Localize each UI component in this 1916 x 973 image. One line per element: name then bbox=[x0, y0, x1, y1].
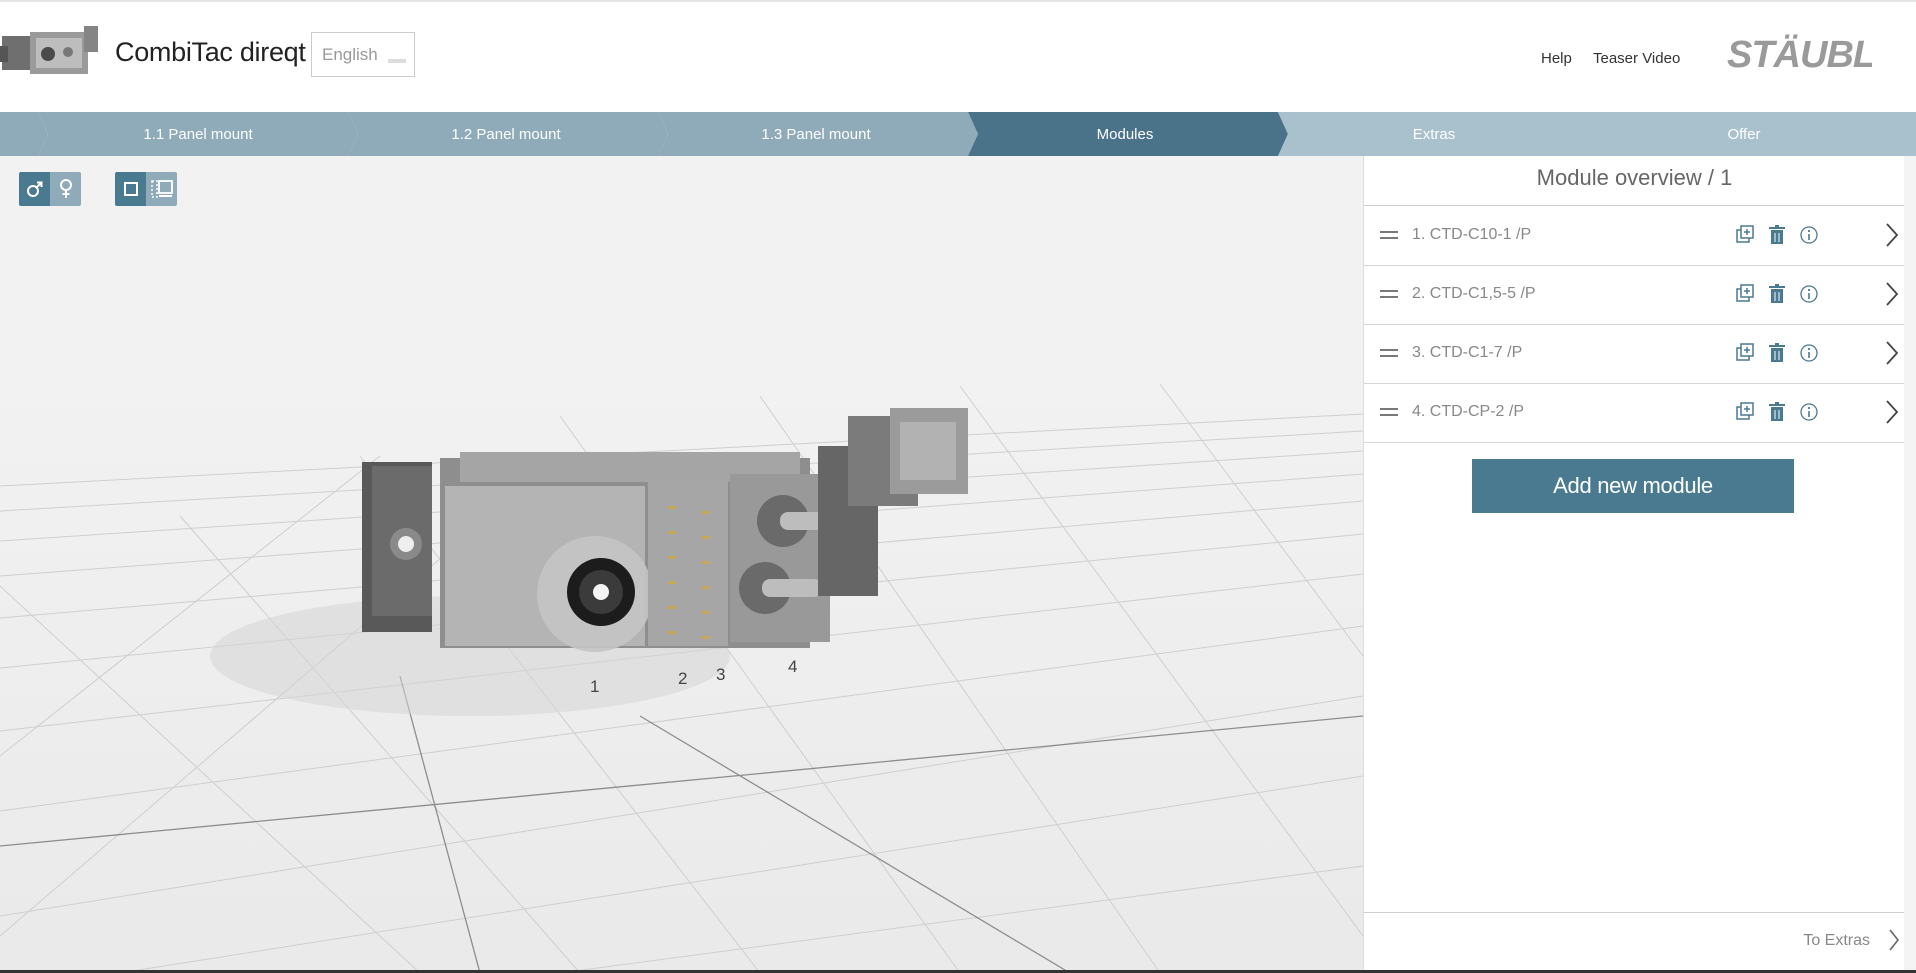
step-panel-mount-2[interactable]: 1.2 Panel mount bbox=[406, 126, 606, 143]
module-row[interactable]: 4. CTD-CP-2 /P bbox=[1364, 383, 1905, 443]
chevron-right-icon[interactable] bbox=[1884, 281, 1900, 307]
svg-text:STÄUBLI: STÄUBLI bbox=[1727, 33, 1872, 76]
single-view-icon bbox=[123, 182, 138, 196]
trash-icon[interactable] bbox=[1767, 402, 1787, 422]
duplicate-icon[interactable] bbox=[1735, 343, 1755, 363]
multi-view-button[interactable] bbox=[146, 172, 177, 206]
step-panel-mount-3[interactable]: 1.3 Panel mount bbox=[716, 126, 916, 143]
module-label: 3. CTD-C1-7 /P bbox=[1412, 344, 1523, 361]
language-value: English bbox=[322, 45, 378, 64]
module-row[interactable]: 3. CTD-C1-7 /P bbox=[1364, 324, 1905, 384]
male-icon bbox=[26, 181, 42, 197]
chevron-right-icon[interactable] bbox=[1884, 399, 1900, 425]
module-label: 1. CTD-C10-1 /P bbox=[1412, 226, 1532, 243]
step-extras[interactable]: Extras bbox=[1334, 126, 1534, 143]
step-navigation: 1.1 Panel mount 1.2 Panel mount 1.3 Pane… bbox=[0, 112, 1916, 156]
position-label-1: 1 bbox=[590, 677, 599, 696]
drag-handle-icon[interactable] bbox=[1380, 228, 1398, 242]
module-label: 2. CTD-C1,5-5 /P bbox=[1412, 285, 1536, 302]
step-1-bg bbox=[0, 112, 48, 156]
info-icon[interactable] bbox=[1799, 402, 1819, 422]
drag-handle-icon[interactable] bbox=[1380, 287, 1398, 301]
staubli-logo: STÄUBLI bbox=[1727, 33, 1872, 76]
chevron-right-icon[interactable] bbox=[1884, 222, 1900, 248]
scrollbar[interactable] bbox=[1904, 156, 1916, 973]
female-icon bbox=[59, 179, 72, 198]
product-thumbnail bbox=[0, 26, 98, 74]
trash-icon[interactable] bbox=[1767, 343, 1787, 363]
module-row[interactable]: 2. CTD-C1,5-5 /P bbox=[1364, 265, 1905, 325]
info-icon[interactable] bbox=[1799, 343, 1819, 363]
app-title: CombiTac direqt bbox=[115, 37, 306, 67]
multi-view-icon bbox=[150, 180, 173, 198]
to-extras-link[interactable]: To Extras bbox=[1803, 932, 1870, 950]
male-view-button[interactable] bbox=[19, 172, 50, 206]
module-row[interactable]: 1. CTD-C10-1 /P bbox=[1364, 206, 1905, 266]
chevron-right-icon[interactable] bbox=[1884, 340, 1900, 366]
gender-toggle bbox=[19, 172, 81, 206]
trash-icon[interactable] bbox=[1767, 284, 1787, 304]
info-icon[interactable] bbox=[1799, 225, 1819, 245]
divider bbox=[1364, 912, 1905, 913]
help-link[interactable]: Help bbox=[1541, 50, 1572, 67]
single-view-button[interactable] bbox=[115, 172, 146, 206]
header: CombiTac direqt English Help Teaser Vide… bbox=[0, 2, 1916, 112]
dropdown-indicator-icon bbox=[388, 59, 406, 63]
step-offer[interactable]: Offer bbox=[1644, 126, 1844, 143]
teaser-video-link[interactable]: Teaser Video bbox=[1593, 50, 1680, 67]
female-view-button[interactable] bbox=[50, 172, 81, 206]
view-toggle bbox=[115, 172, 177, 206]
scene: 1 2 3 4 bbox=[0, 156, 1363, 973]
duplicate-icon[interactable] bbox=[1735, 284, 1755, 304]
info-icon[interactable] bbox=[1799, 284, 1819, 304]
module-label: 4. CTD-CP-2 /P bbox=[1412, 403, 1525, 420]
position-label-2: 2 bbox=[678, 669, 687, 688]
position-label-4: 4 bbox=[788, 657, 797, 676]
panel-title: Module overview / 1 bbox=[1536, 165, 1733, 190]
position-label-3: 3 bbox=[716, 665, 725, 684]
add-new-module-button[interactable]: Add new module bbox=[1472, 459, 1794, 513]
3d-viewer[interactable]: 1 2 3 4 bbox=[0, 156, 1363, 973]
chevron-right-icon[interactable] bbox=[1888, 928, 1900, 952]
step-modules[interactable]: Modules bbox=[1025, 126, 1225, 143]
step-panel-mount-1[interactable]: 1.1 Panel mount bbox=[98, 126, 298, 143]
drag-handle-icon[interactable] bbox=[1380, 405, 1398, 419]
drag-handle-icon[interactable] bbox=[1380, 346, 1398, 360]
duplicate-icon[interactable] bbox=[1735, 225, 1755, 245]
trash-icon[interactable] bbox=[1767, 225, 1787, 245]
language-select[interactable]: English bbox=[311, 32, 415, 77]
module-overview-panel: Module overview / 1 1. CTD-C10-1 /P 2. CT… bbox=[1363, 156, 1905, 973]
duplicate-icon[interactable] bbox=[1735, 402, 1755, 422]
